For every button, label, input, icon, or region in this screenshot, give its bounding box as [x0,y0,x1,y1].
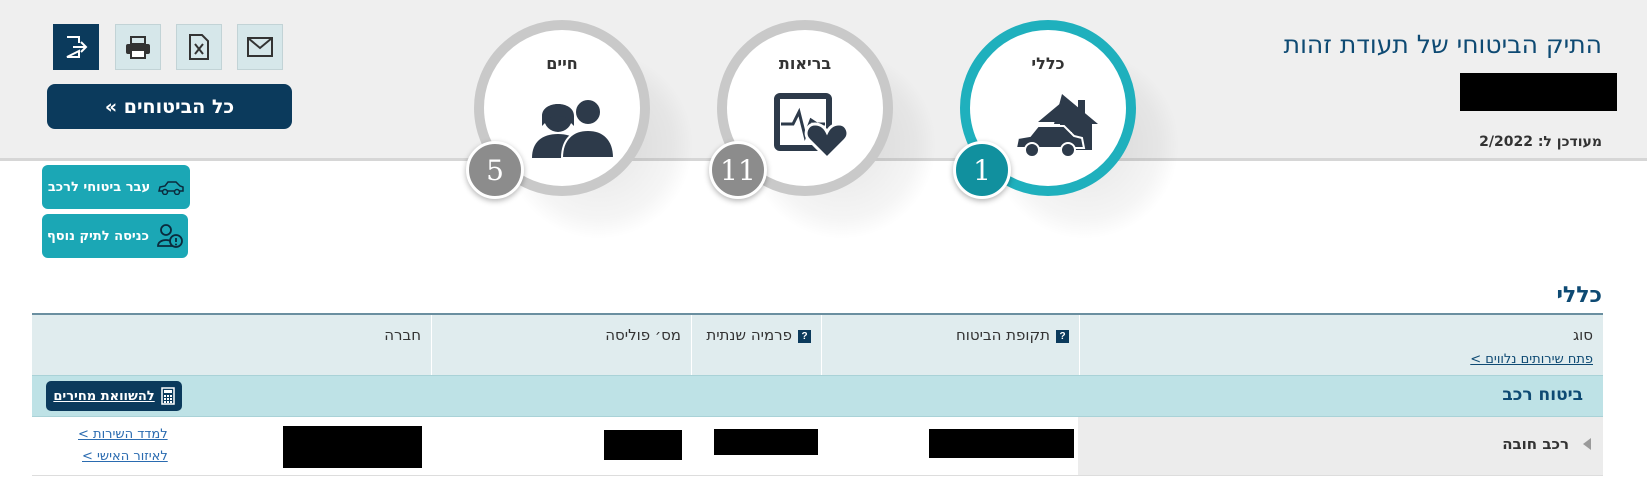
table-header: סוג פתח שירותים נלווים > ? תקופת הביטוח ?… [32,315,1603,375]
col-company-label: חברה [384,326,421,344]
updated-date: מעודכן ל: 2/2022 [1479,134,1602,150]
exit-icon [66,36,88,58]
section-title: כללי [1556,283,1602,308]
heart-monitor-icon [774,93,850,161]
mail-icon [247,37,273,57]
col-type-label: סוג [1572,326,1593,344]
family-icon [532,98,616,159]
excel-button[interactable] [176,24,222,70]
help-icon[interactable]: ? [1056,330,1069,343]
excel-icon [189,34,209,60]
group-row-vehicle: ביטוח רכב להשוואת מחירים [32,375,1603,417]
print-button[interactable] [115,24,161,70]
category-count-badge: 5 [466,141,524,199]
car-outline-icon [158,181,184,195]
redacted-period [929,429,1074,458]
service-index-link[interactable]: למדד השירות > [78,427,168,442]
category-count-badge: 1 [953,141,1011,199]
category-label: בריאות [778,54,832,73]
col-premium-header: ? פרמיה שנתית [706,326,811,344]
row-type: רכב חובה [1502,435,1569,453]
policies-table: סוג פתח שירותים נלווים > ? תקופת הביטוח ?… [32,313,1603,476]
open-services-link[interactable]: פתח שירותים נלווים > [1470,352,1593,367]
user-info-icon [157,224,183,248]
table-row[interactable]: רכב חובה למדד השירות > לאיזור האישי > [32,417,1603,476]
exit-button[interactable] [53,24,99,70]
col-policy-label: מס׳ פוליסה [605,326,681,344]
category-label: כללי [1031,54,1065,73]
vehicle-history-button[interactable]: עבר ביטוחי לרכב [42,165,190,209]
mail-button[interactable] [237,24,283,70]
col-policy: מס׳ פוליסה [431,315,691,375]
extra-file-button[interactable]: כניסה לתיק נוסף [42,214,188,258]
house-car-icon [1014,94,1098,158]
all-insurances-button[interactable]: כל הביטוחים » [47,84,292,129]
col-type: סוג פתח שירותים נלווים > [1079,315,1603,375]
help-icon[interactable]: ? [798,330,811,343]
col-premium: ? פרמיה שנתית [691,315,821,375]
personal-area-link[interactable]: לאיזור האישי > [82,449,168,464]
compare-prices-label: להשוואת מחירים [53,388,155,404]
compare-prices-button[interactable]: להשוואת מחירים [46,381,182,411]
calculator-icon [160,387,175,405]
expand-arrow-icon[interactable] [1583,438,1591,450]
col-period-label: תקופת הביטוח [955,326,1050,344]
group-title: ביטוח רכב [1502,385,1583,405]
row-type-cell: רכב חובה [1078,417,1603,475]
vehicle-history-label: עבר ביטוחי לרכב [47,179,151,195]
col-premium-label: פרמיה שנתית [706,326,792,344]
print-icon [126,36,150,59]
redacted-company [283,426,422,468]
redacted-policy-number [604,430,682,460]
col-period-header: ? תקופת הביטוח [956,326,1069,344]
col-period: ? תקופת הביטוח [821,315,1079,375]
category-label: חיים [546,54,578,73]
redacted-premium [714,429,818,455]
redacted-id-number [1460,73,1617,111]
col-company: חברה [32,315,431,375]
category-count-badge: 11 [709,141,767,199]
page-title: התיק הביטוחי של תעודת זהות [1283,30,1602,59]
extra-file-label: כניסה לתיק נוסף [47,228,150,244]
